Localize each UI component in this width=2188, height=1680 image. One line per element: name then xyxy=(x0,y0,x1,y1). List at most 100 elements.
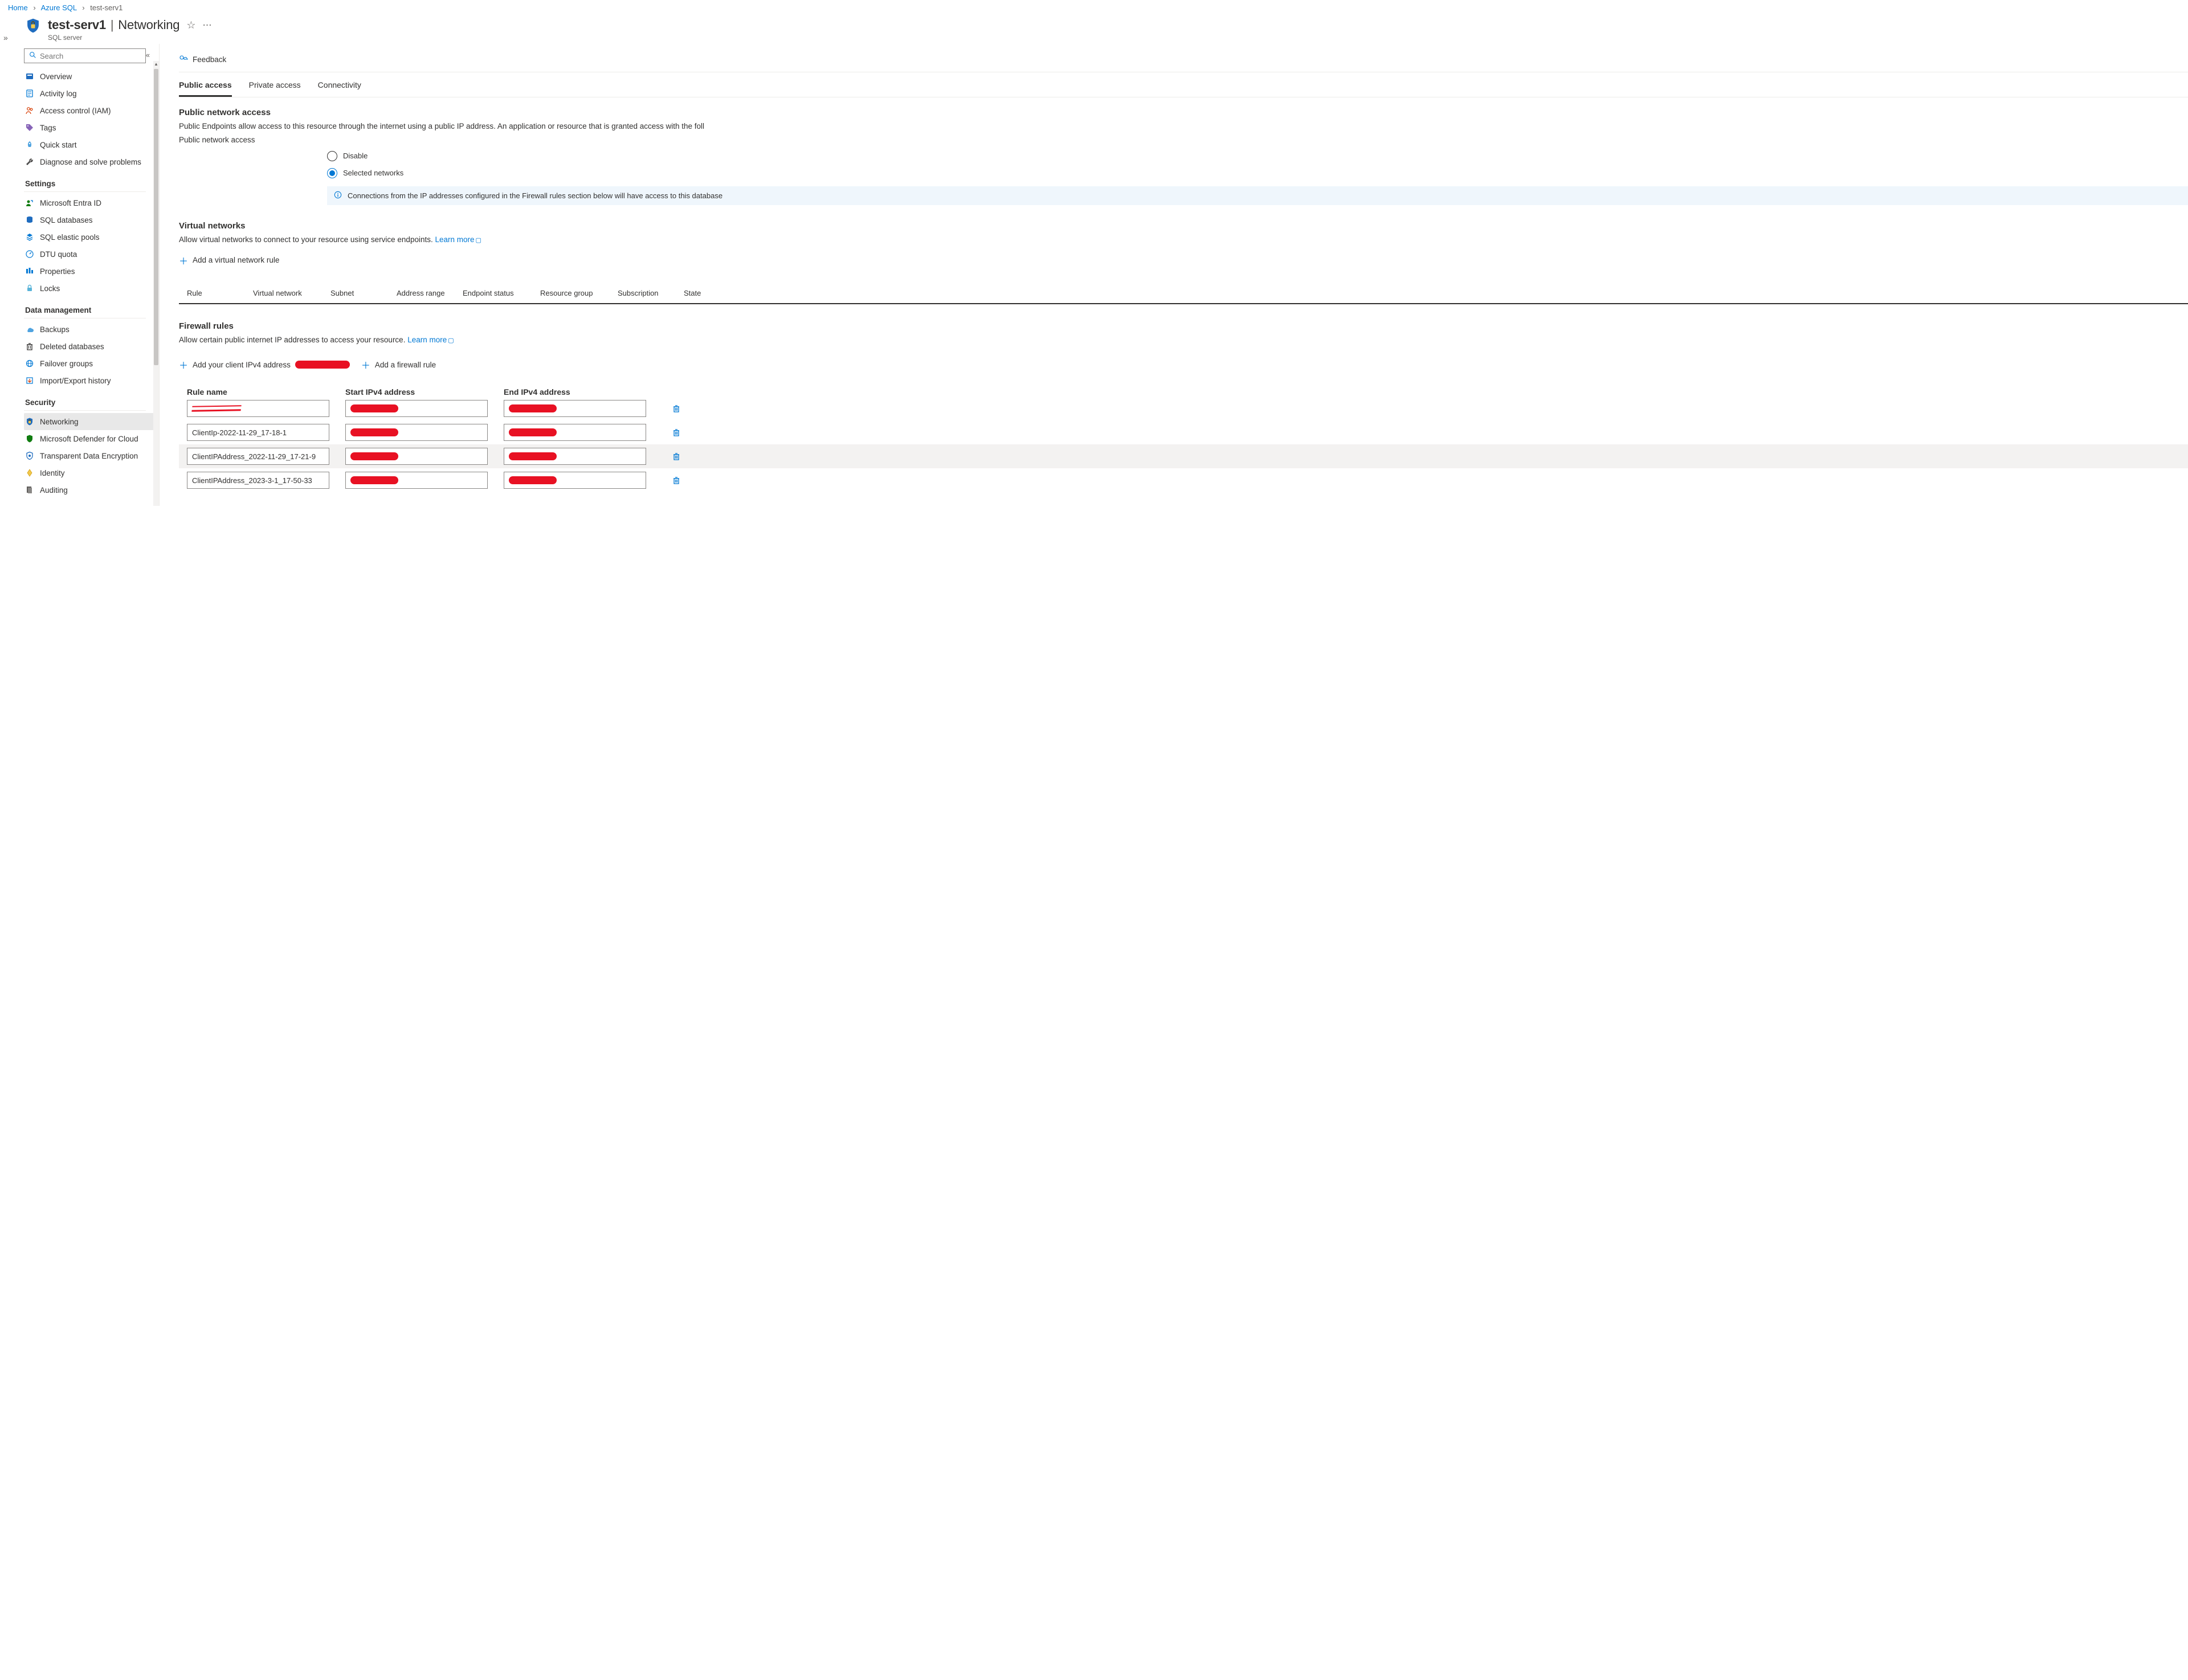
breadcrumb: Home › Azure SQL › test-serv1 xyxy=(0,0,2188,14)
firewall-heading: Firewall rules xyxy=(179,321,2188,331)
collapse-sidebar-icon[interactable]: « xyxy=(146,51,150,59)
breadcrumb-current: test-serv1 xyxy=(90,3,123,12)
sidebar-item-label: Properties xyxy=(40,267,75,276)
expand-chevron-icon[interactable]: » xyxy=(3,33,8,42)
trash-icon xyxy=(25,342,34,351)
firewall-rule-row xyxy=(179,397,2188,420)
people-icon xyxy=(25,106,34,115)
info-banner: Connections from the IP addresses config… xyxy=(327,186,2188,205)
delete-rule-button[interactable] xyxy=(662,476,691,485)
external-link-icon: ▢ xyxy=(448,337,454,344)
sidebar-item-networking[interactable]: Networking xyxy=(24,413,159,430)
sidebar-item-diagnose-and-solve-problems[interactable]: Diagnose and solve problems xyxy=(24,153,159,170)
breadcrumb-azure-sql[interactable]: Azure SQL xyxy=(41,3,77,12)
sidebar-item-dtu-quota[interactable]: DTU quota xyxy=(24,246,159,263)
sidebar-search[interactable] xyxy=(24,48,146,63)
firewall-table-header: Rule nameStart IPv4 addressEnd IPv4 addr… xyxy=(179,387,2188,397)
firewall-learn-more-link[interactable]: Learn more▢ xyxy=(407,336,454,344)
tabs: Public access Private access Connectivity xyxy=(179,75,2188,97)
tag-icon xyxy=(25,123,34,132)
sidebar-item-quick-start[interactable]: Quick start xyxy=(24,136,159,153)
end-ip-input[interactable] xyxy=(504,424,646,441)
sidebar-item-microsoft-entra-id[interactable]: Microsoft Entra ID xyxy=(24,194,159,211)
start-ip-input[interactable] xyxy=(345,472,488,489)
scrollbar-thumb[interactable] xyxy=(154,69,158,365)
rule-name-input[interactable]: ClientIPAddress_2023-3-1_17-50-33 xyxy=(187,472,329,489)
sidebar-item-auditing[interactable]: Auditing xyxy=(24,481,159,498)
vnet-col-address-range: Address range xyxy=(397,289,459,297)
end-ip-input[interactable] xyxy=(504,400,646,417)
search-input[interactable] xyxy=(40,52,141,60)
sidebar-item-label: Backups xyxy=(40,325,70,334)
rule-name-input[interactable]: ClientIp-2022-11-29_17-18-1 xyxy=(187,424,329,441)
vnet-learn-more-link[interactable]: Learn more▢ xyxy=(435,235,481,244)
vnet-col-resource-group: Resource group xyxy=(540,289,614,297)
breadcrumb-home[interactable]: Home xyxy=(8,3,28,12)
sidebar-item-label: Import/Export history xyxy=(40,377,111,385)
add-client-ip-button[interactable]: ＋ Add your client IPv4 address xyxy=(179,358,350,371)
start-ip-input[interactable] xyxy=(345,400,488,417)
add-firewall-rule-label: Add a firewall rule xyxy=(375,361,436,369)
sidebar-item-deleted-databases[interactable]: Deleted databases xyxy=(24,338,159,355)
sidebar-item-sql-databases[interactable]: SQL databases xyxy=(24,211,159,228)
end-ip-input[interactable] xyxy=(504,448,646,465)
sidebar-item-backups[interactable]: Backups xyxy=(24,321,159,338)
tab-public-access[interactable]: Public access xyxy=(179,75,232,97)
sidebar-item-activity-log[interactable]: Activity log xyxy=(24,85,159,102)
sidebar-item-identity[interactable]: Identity xyxy=(24,464,159,481)
info-icon xyxy=(334,191,342,201)
tde-icon xyxy=(25,451,34,460)
sidebar-scrollbar[interactable]: ▴ xyxy=(153,61,159,506)
sidebar-item-microsoft-defender-for-cloud[interactable]: Microsoft Defender for Cloud xyxy=(24,430,159,447)
rule-name-input[interactable] xyxy=(187,400,329,417)
plus-icon: ＋ xyxy=(179,254,188,267)
sidebar-item-label: Auditing xyxy=(40,486,68,494)
sidebar-item-locks[interactable]: Locks xyxy=(24,280,159,297)
add-vnet-rule-button[interactable]: ＋ Add a virtual network rule xyxy=(179,254,2188,267)
favorite-star-icon[interactable]: ☆ xyxy=(186,19,195,31)
info-text: Connections from the IP addresses config… xyxy=(348,191,722,200)
more-actions-icon[interactable]: ⋯ xyxy=(202,19,213,31)
tab-connectivity[interactable]: Connectivity xyxy=(318,75,361,97)
delete-rule-button[interactable] xyxy=(662,452,691,461)
sidebar-item-transparent-data-encryption[interactable]: Transparent Data Encryption xyxy=(24,447,159,464)
sidebar-group-settings: Settings xyxy=(24,170,146,192)
db-icon xyxy=(25,215,34,224)
radio-disable[interactable]: Disable xyxy=(327,148,2188,165)
backup-icon xyxy=(25,325,34,334)
sidebar-group-security: Security xyxy=(24,389,146,411)
pool-icon xyxy=(25,232,34,242)
rule-name-input[interactable]: ClientIPAddress_2022-11-29_17-21-9 xyxy=(187,448,329,465)
plus-icon: ＋ xyxy=(179,358,188,371)
delete-rule-button[interactable] xyxy=(662,428,691,437)
tab-private-access[interactable]: Private access xyxy=(249,75,301,97)
fw-col-end-ipv4-address: End IPv4 address xyxy=(504,387,662,397)
radio-checked-icon xyxy=(327,168,337,178)
page-title: test-serv1 | Networking xyxy=(48,18,179,32)
end-ip-input[interactable] xyxy=(504,472,646,489)
vnet-col-rule: Rule xyxy=(187,289,250,297)
redacted-ip xyxy=(295,361,350,369)
sidebar-item-properties[interactable]: Properties xyxy=(24,263,159,280)
add-firewall-rule-button[interactable]: ＋ Add a firewall rule xyxy=(361,358,436,371)
feedback-button[interactable]: Feedback xyxy=(179,54,2188,70)
rocket-icon xyxy=(25,140,34,149)
fw-col-start-ipv4-address: Start IPv4 address xyxy=(345,387,504,397)
sidebar-item-label: DTU quota xyxy=(40,250,77,259)
delete-rule-button[interactable] xyxy=(662,404,691,413)
sidebar-item-sql-elastic-pools[interactable]: SQL elastic pools xyxy=(24,228,159,246)
sidebar-item-import-export-history[interactable]: Import/Export history xyxy=(24,372,159,389)
entra-icon xyxy=(25,198,34,207)
firewall-rule-row: ClientIPAddress_2022-11-29_17-21-9 xyxy=(179,444,2188,468)
vnet-table-header: RuleVirtual networkSubnetAddress rangeEn… xyxy=(179,281,2188,304)
sidebar-item-overview[interactable]: Overview xyxy=(24,68,159,85)
add-client-ip-label: Add your client IPv4 address xyxy=(193,361,291,369)
sidebar-item-failover-groups[interactable]: Failover groups xyxy=(24,355,159,372)
sidebar-item-label: Activity log xyxy=(40,89,77,98)
sidebar-item-tags[interactable]: Tags xyxy=(24,119,159,136)
chevron-right-icon: › xyxy=(82,3,84,12)
start-ip-input[interactable] xyxy=(345,424,488,441)
start-ip-input[interactable] xyxy=(345,448,488,465)
radio-selected-networks[interactable]: Selected networks xyxy=(327,165,2188,182)
sidebar-item-access-control-iam-[interactable]: Access control (IAM) xyxy=(24,102,159,119)
